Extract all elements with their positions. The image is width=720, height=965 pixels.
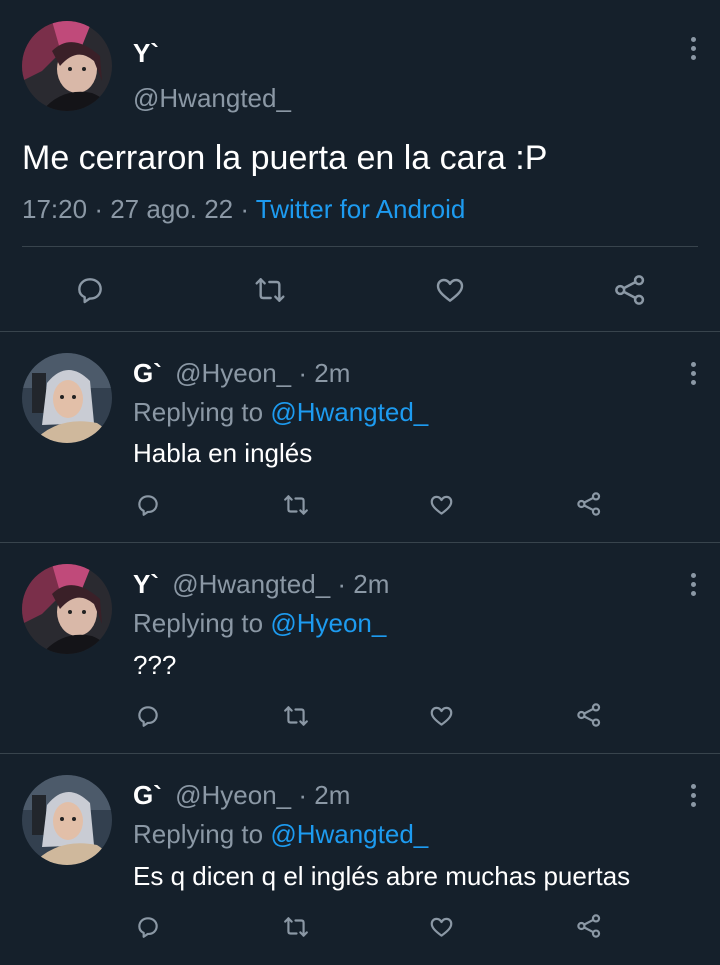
handle[interactable]: @Hwangted_ (172, 569, 330, 599)
replying-to-handle[interactable]: @Hwangted_ (270, 819, 428, 849)
reply-header: Y` @Hwangted_ · 2m (133, 569, 389, 600)
avatar[interactable] (22, 353, 112, 443)
handle[interactable]: @Hyeon_ (175, 358, 291, 388)
more-options-icon[interactable] (681, 775, 705, 815)
avatar[interactable] (22, 564, 112, 654)
like-icon[interactable] (426, 490, 456, 520)
retweet-icon[interactable] (280, 490, 312, 520)
tweet-text: Me cerraron la puerta en la cara :P (22, 139, 548, 177)
more-options-icon[interactable] (681, 353, 705, 393)
tweet-time: 17:20 (22, 194, 88, 224)
divider (22, 246, 698, 247)
replying-to-handle[interactable]: @Hwangted_ (270, 397, 428, 427)
divider (0, 542, 720, 543)
replying-to-label: Replying to (133, 608, 264, 638)
reply-header: G` @Hyeon_ · 2m (133, 358, 350, 389)
like-icon[interactable] (426, 701, 456, 731)
share-icon[interactable] (573, 910, 605, 942)
replying-to-label: Replying to (133, 397, 264, 427)
reply-header: G` @Hyeon_ · 2m (133, 780, 350, 811)
comment-icon[interactable] (72, 272, 108, 308)
separator: · (240, 194, 250, 224)
separator: · (94, 194, 103, 224)
tweet-text: ??? (133, 650, 177, 680)
replying-to-label: Replying to (133, 819, 264, 849)
replying-to: Replying to @Hwangted_ (133, 397, 428, 428)
replying-to: Replying to @Hyeon_ (133, 608, 386, 639)
timestamp: · 2m (337, 569, 390, 599)
tweet-text: Habla en inglés (133, 438, 313, 468)
tweet-date: 27 ago. 22 (110, 194, 234, 224)
replying-to: Replying to @Hwangted_ (133, 819, 428, 850)
share-icon[interactable] (573, 488, 605, 520)
replying-to-handle[interactable]: @Hyeon_ (270, 608, 386, 638)
share-icon[interactable] (573, 699, 605, 731)
comment-icon[interactable] (133, 912, 163, 942)
comment-icon[interactable] (133, 490, 163, 520)
comment-icon[interactable] (133, 701, 163, 731)
retweet-icon[interactable] (280, 912, 312, 942)
handle[interactable]: @Hyeon_ (175, 780, 291, 810)
display-name[interactable]: Y` (133, 38, 159, 69)
tweet-source-link[interactable]: Twitter for Android (256, 194, 466, 224)
timestamp: · 2m (298, 358, 351, 388)
timestamp: · 2m (298, 780, 351, 810)
more-options-icon[interactable] (681, 28, 705, 68)
tweet-text: Es q dicen q el inglés abre muchas puert… (133, 861, 631, 891)
retweet-icon[interactable] (250, 272, 290, 308)
share-icon[interactable] (610, 270, 650, 310)
more-options-icon[interactable] (681, 564, 705, 604)
display-name[interactable]: G` (133, 358, 162, 388)
divider (0, 331, 720, 332)
like-icon[interactable] (431, 272, 469, 308)
divider (0, 753, 720, 754)
avatar[interactable] (22, 775, 112, 865)
display-name[interactable]: Y` (133, 569, 159, 599)
avatar[interactable] (22, 21, 112, 111)
tweet-meta: 17:20 · 27 ago. 22 · Twitter for Android (22, 194, 465, 225)
retweet-icon[interactable] (280, 701, 312, 731)
like-icon[interactable] (426, 912, 456, 942)
display-name[interactable]: G` (133, 780, 162, 810)
handle[interactable]: @Hwangted_ (133, 83, 291, 114)
